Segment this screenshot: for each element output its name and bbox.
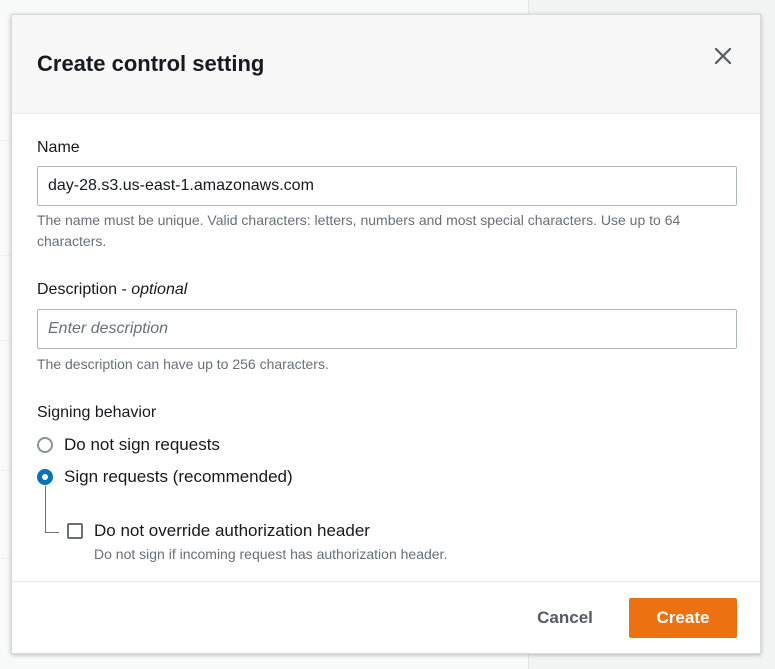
description-help-text: The description can have up to 256 chara…	[37, 356, 329, 372]
override-header-checkbox[interactable]	[67, 523, 83, 539]
signing-behavior-label: Signing behavior	[37, 404, 157, 421]
radio-button-checked[interactable]	[37, 469, 53, 485]
create-button[interactable]: Create	[629, 598, 737, 638]
radio-sign-requests[interactable]: Sign requests (recommended)	[37, 465, 293, 489]
modal-header: Create control setting	[12, 15, 760, 114]
radio-do-not-sign[interactable]: Do not sign requests	[37, 433, 220, 457]
description-label-text: Description	[37, 281, 118, 298]
close-icon	[714, 47, 732, 65]
radio-label: Sign requests (recommended)	[64, 467, 293, 486]
name-help-text: The name must be unique. Valid character…	[37, 212, 681, 249]
description-label: Description - optional	[37, 281, 188, 298]
nested-option-connector	[45, 486, 59, 533]
optional-tag: optional	[131, 281, 188, 298]
close-button[interactable]	[709, 42, 737, 70]
name-label: Name	[37, 139, 80, 156]
modal-title: Create control setting	[37, 51, 265, 76]
description-input[interactable]	[37, 309, 737, 349]
checkbox-description: Do not sign if incoming request has auth…	[94, 546, 448, 562]
cancel-button[interactable]: Cancel	[517, 598, 613, 638]
radio-label: Do not sign requests	[64, 435, 220, 454]
modal-footer: Cancel Create	[12, 581, 760, 653]
radio-button-unchecked[interactable]	[37, 437, 53, 453]
checkbox-label: Do not override authorization header	[94, 521, 370, 540]
name-input[interactable]	[37, 166, 737, 206]
create-control-setting-modal: Create control setting Name The name mus…	[11, 14, 761, 654]
